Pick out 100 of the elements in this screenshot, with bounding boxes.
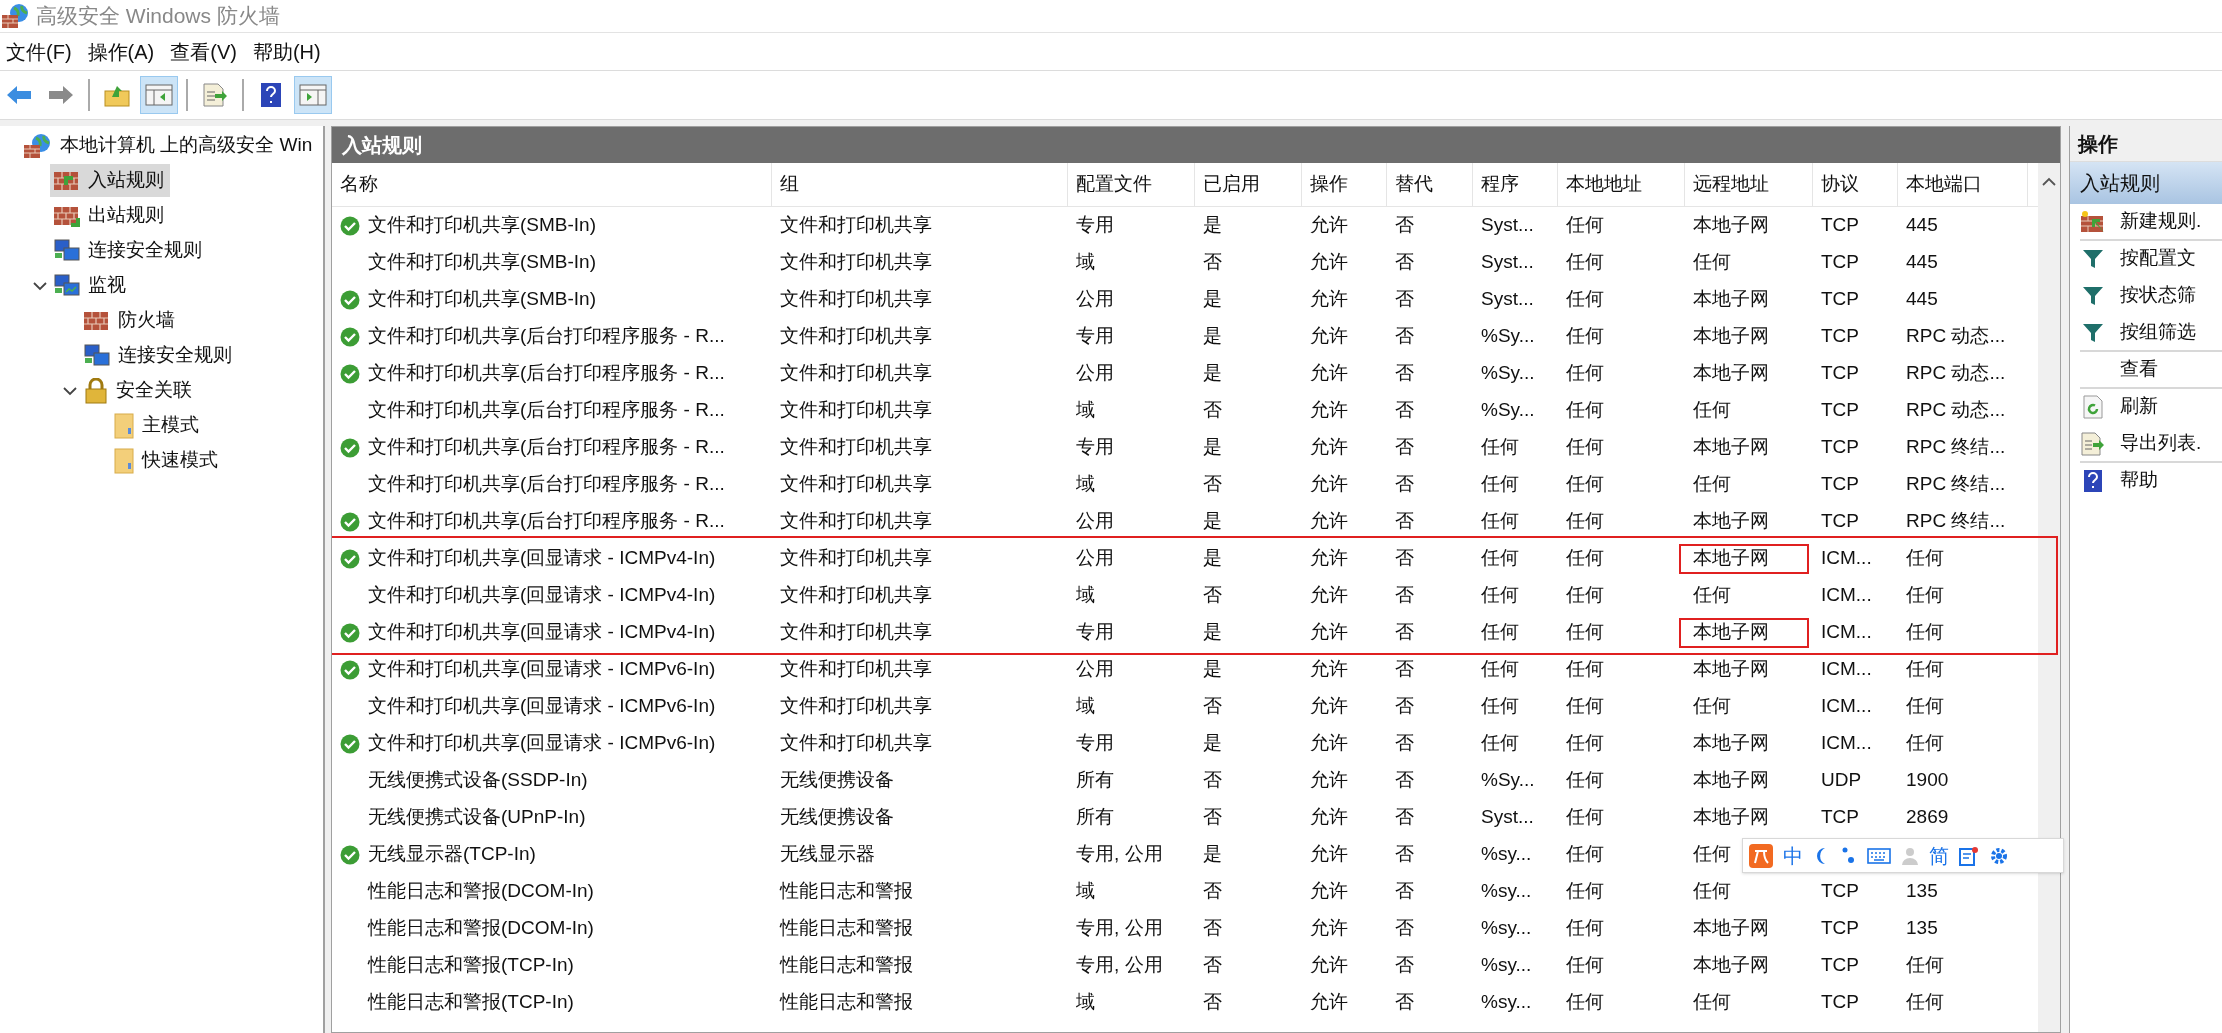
table-cell-text: 本地子网 xyxy=(1693,805,1769,830)
inbound-wall-icon xyxy=(54,169,80,192)
table-row[interactable]: 文件和打印机共享(回显请求 - ICMPv4-In) 文件和打印机共享 域 否 允许 否 任何 任何 任何 ICM... 任何 xyxy=(332,577,2038,614)
table-cell-text: %Sy... xyxy=(1481,398,1535,423)
table-cell-text: ICM... xyxy=(1821,620,1872,645)
table-cell-text: 文件和打印机共享(SMB-In) xyxy=(368,287,596,312)
table-row[interactable]: 文件和打印机共享(SMB-In) 文件和打印机共享 公用 是 允许 否 Syst... 任何 本地子网 TCP 445 xyxy=(332,281,2038,318)
table-row[interactable]: 文件和打印机共享(回显请求 - ICMPv4-In) 文件和打印机共享 专用 是 允许 否 任何 任何 本地子网 ICM... 任何 xyxy=(332,614,2038,651)
column-header[interactable]: 组 xyxy=(772,163,1068,206)
table-cell-text: 任何 xyxy=(1566,879,1604,904)
tree-item[interactable]: 出站规则 xyxy=(50,199,170,232)
column-header[interactable]: 已启用 xyxy=(1195,163,1302,206)
table-row[interactable]: 文件和打印机共享(回显请求 - ICMPv6-In) 文件和打印机共享 域 否 允许 否 任何 任何 任何 ICM... 任何 xyxy=(332,688,2038,725)
table-cell-text: 本地子网 xyxy=(1693,213,1769,238)
table-cell-text: 文件和打印机共享(回显请求 - ICMPv4-In) xyxy=(368,546,716,571)
action-item[interactable]: 查看 xyxy=(2080,352,2222,389)
tree-item[interactable]: 本地计算机 上的高级安全 Win xyxy=(20,129,319,162)
column-header[interactable]: 配置文件 xyxy=(1068,163,1195,206)
table-cell-text: 否 xyxy=(1395,842,1414,867)
table-row[interactable]: 无线便携式设备(UPnP-In) 无线便携设备 所有 否 允许 否 Syst... 任何 本地子网 TCP 2869 xyxy=(332,799,2038,836)
table-row[interactable]: 性能日志和警报(DCOM-In) 性能日志和警报 专用, 公用 否 允许 否 %sy... 任何 本地子网 TCP 135 xyxy=(332,910,2038,947)
tree-item[interactable]: 连接安全规则 xyxy=(80,339,238,372)
table-row[interactable]: 性能日志和警报(DCOM-In) 性能日志和警报 域 否 允许 否 %sy... 任何 任何 TCP 135 xyxy=(332,873,2038,910)
tree-item[interactable]: 监视 xyxy=(50,269,132,302)
section-header[interactable]: 入站规则 xyxy=(2070,162,2222,204)
table-row[interactable]: 文件和打印机共享(SMB-In) 文件和打印机共享 专用 是 允许 否 Syst... 任何 本地子网 TCP 445 xyxy=(332,207,2038,244)
new-rule-icon xyxy=(2080,209,2106,234)
menu-item[interactable]: 文件(F) xyxy=(2,36,76,67)
table-cell-text: 任何 xyxy=(1481,694,1519,719)
tree-item[interactable]: 快速模式 xyxy=(110,444,224,477)
action-item[interactable]: 按状态筛 xyxy=(2080,278,2222,315)
column-header[interactable]: 操作 xyxy=(1302,163,1387,206)
monitor-chart-icon xyxy=(54,273,80,298)
table-cell-text: UDP xyxy=(1821,768,1862,793)
table-cell-text: 否 xyxy=(1395,805,1414,830)
table-cell-text: 专用 xyxy=(1076,324,1114,349)
column-header[interactable]: 程序 xyxy=(1473,163,1558,206)
table-row[interactable]: 无线便携式设备(SSDP-In) 无线便携设备 所有 否 允许 否 %Sy... 任何 本地子网 UDP 1900 xyxy=(332,762,2038,799)
table-cell-text: 任何 xyxy=(1566,583,1604,608)
action-item[interactable]: 导出列表. xyxy=(2080,426,2222,463)
collapse-chevron-icon[interactable] xyxy=(63,385,77,396)
input-mode-button[interactable]: 中 xyxy=(1783,840,1803,871)
punctuation-icon[interactable] xyxy=(1841,845,1857,866)
column-header[interactable]: 远程地址 xyxy=(1685,163,1813,206)
action-item[interactable]: 按组筛选 xyxy=(2080,315,2222,352)
scroll-up-icon[interactable] xyxy=(2042,177,2056,187)
table-cell-text: ICM... xyxy=(1821,583,1872,608)
tree-item[interactable]: 防火墙 xyxy=(80,304,181,337)
table-cell-text: ICM... xyxy=(1821,546,1872,571)
table-cell-text: ICM... xyxy=(1821,694,1872,719)
menu-item[interactable]: 帮助(H) xyxy=(248,36,325,67)
column-header[interactable]: 本地端口 xyxy=(1898,163,2028,206)
collapse-chevron-icon[interactable] xyxy=(33,280,47,291)
tree-item[interactable]: 安全关联 xyxy=(80,374,198,407)
scrollbar[interactable] xyxy=(2038,163,2060,1032)
table-row[interactable]: 文件和打印机共享(回显请求 - ICMPv4-In) 文件和打印机共享 公用 是 允许 否 任何 任何 本地子网 ICM... 任何 xyxy=(332,540,2038,577)
tree-item[interactable]: 主模式 xyxy=(110,409,205,442)
table-row[interactable]: 文件和打印机共享(后台打印程序服务 - R... 文件和打印机共享 专用 是 允许 否 任何 任何 本地子网 TCP RPC 终结... xyxy=(332,429,2038,466)
table-row[interactable]: 文件和打印机共享(回显请求 - ICMPv6-In) 文件和打印机共享 专用 是 允许 否 任何 任何 本地子网 ICM... 任何 xyxy=(332,725,2038,762)
tree-item[interactable]: 连接安全规则 xyxy=(50,234,208,267)
column-header[interactable]: 替代 xyxy=(1387,163,1473,206)
action-item[interactable]: 帮助 xyxy=(2080,463,2222,500)
column-header[interactable]: 名称 xyxy=(332,163,772,206)
settings-icon[interactable] xyxy=(1989,845,2009,866)
table-cell-text: 445 xyxy=(1906,287,1938,312)
table-row[interactable]: 性能日志和警报(TCP-In) 性能日志和警报 专用, 公用 否 允许 否 %sy... 任何 本地子网 TCP 任何 xyxy=(332,947,2038,984)
table-row[interactable]: 文件和打印机共享(SMB-In) 文件和打印机共享 域 否 允许 否 Syst... 任何 任何 TCP 445 xyxy=(332,244,2038,281)
table-row[interactable]: 文件和打印机共享(后台打印程序服务 - R... 文件和打印机共享 专用 是 允许 否 %Sy... 任何 本地子网 TCP RPC 动态... xyxy=(332,318,2038,355)
table-cell-text: RPC 动态... xyxy=(1906,361,2006,386)
column-header[interactable]: 本地地址 xyxy=(1558,163,1685,206)
action-item[interactable]: 新建规则. xyxy=(2080,204,2222,241)
table-cell-text: 域 xyxy=(1076,583,1095,608)
table-cell-text: 任何 xyxy=(1566,953,1604,978)
table-row[interactable]: 文件和打印机共享(后台打印程序服务 - R... 文件和打印机共享 公用 是 允许 否 %Sy... 任何 本地子网 TCP RPC 动态... xyxy=(332,355,2038,392)
table-cell-text: 1900 xyxy=(1906,768,1949,793)
table-cell-text: RPC 终结... xyxy=(1906,435,2006,460)
table-cell-text: 445 xyxy=(1906,250,1938,275)
table-row[interactable]: 文件和打印机共享(后台打印程序服务 - R... 文件和打印机共享 域 否 允许 否 任何 任何 任何 TCP RPC 终结... xyxy=(332,466,2038,503)
table-cell-text: %sy... xyxy=(1481,842,1532,867)
tree-item[interactable]: 入站规则 xyxy=(50,164,170,197)
table-row[interactable]: 文件和打印机共享(回显请求 - ICMPv6-In) 文件和打印机共享 公用 是 允许 否 任何 任何 本地子网 ICM... 任何 xyxy=(332,651,2038,688)
table-cell-text: 是 xyxy=(1203,435,1222,460)
table-row[interactable]: 性能日志和警报(TCP-In) 性能日志和警报 域 否 允许 否 %sy... 任何 任何 TCP 任何 xyxy=(332,984,2038,1021)
action-item[interactable]: 刷新 xyxy=(2080,389,2222,426)
column-header[interactable]: 协议 xyxy=(1813,163,1898,206)
ime-logo-icon[interactable] xyxy=(1749,843,1773,868)
folder-up-icon xyxy=(104,83,130,107)
table-row[interactable]: 文件和打印机共享(后台打印程序服务 - R... 文件和打印机共享 公用 是 允许 否 任何 任何 本地子网 TCP RPC 终结... xyxy=(332,503,2038,540)
table-cell-text: 公用 xyxy=(1076,287,1114,312)
keyboard-icon[interactable] xyxy=(1867,846,1891,865)
table-cell-text: 任何 xyxy=(1481,435,1519,460)
script-mode-button[interactable]: 简 xyxy=(1929,840,1949,871)
action-item[interactable]: 按配置文 xyxy=(2080,241,2222,278)
table-cell-text: 是 xyxy=(1203,509,1222,534)
table-row[interactable]: 文件和打印机共享(后台打印程序服务 - R... 文件和打印机共享 域 否 允许 否 %Sy... 任何 任何 TCP RPC 动态... xyxy=(332,392,2038,429)
table-cell-text: 允许 xyxy=(1310,805,1348,830)
menu-item[interactable]: 操作(A) xyxy=(83,36,159,67)
table-cell-text: %Sy... xyxy=(1481,361,1535,386)
menu-item[interactable]: 查看(V) xyxy=(166,36,241,67)
skin-icon[interactable] xyxy=(1959,845,1979,866)
